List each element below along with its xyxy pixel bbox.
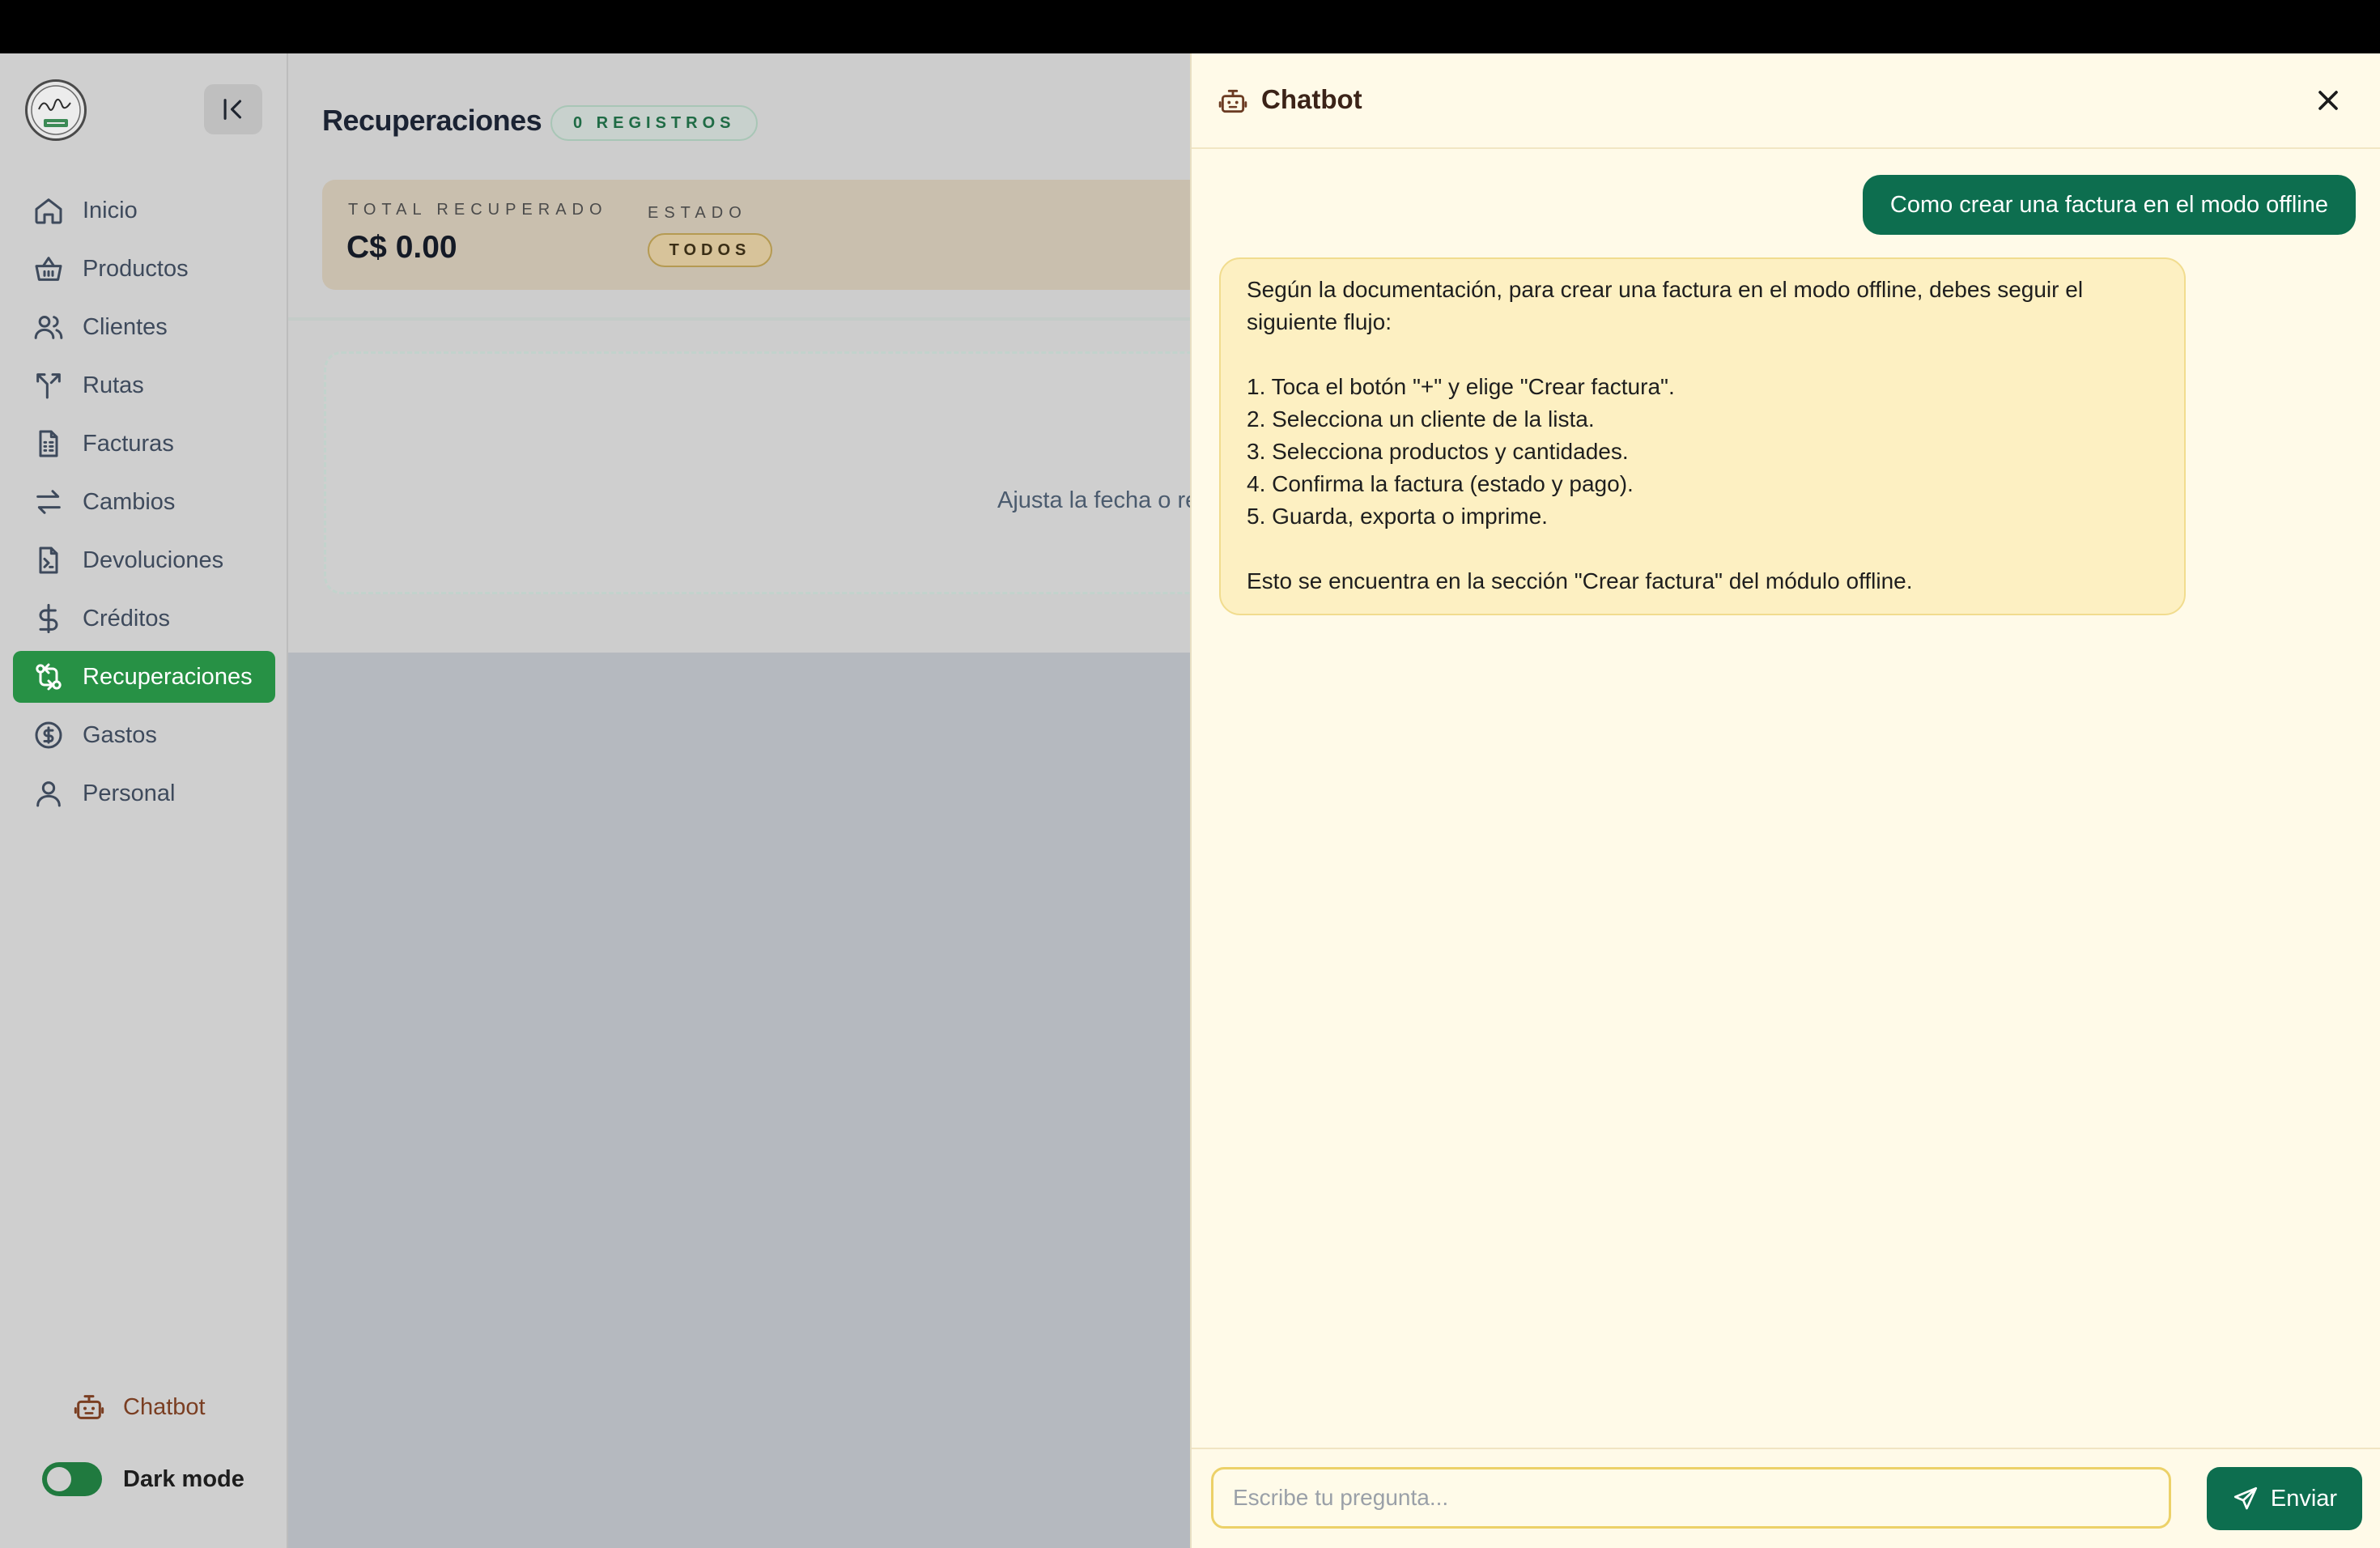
sidebar-item-rutas[interactable]: Rutas — [13, 359, 275, 411]
sidebar-item-label: Personal — [83, 780, 176, 806]
chat-question-input[interactable] — [1211, 1467, 2171, 1529]
collapse-left-icon — [223, 99, 242, 120]
person-icon — [36, 781, 61, 807]
sidebar-item-label: Rutas — [83, 372, 144, 398]
basket-icon — [35, 257, 62, 281]
return-file-icon — [39, 546, 58, 574]
home-icon — [35, 198, 62, 224]
main-content: Recuperaciones 0 REGISTROS TOTAL RECUPER… — [288, 53, 1190, 1548]
sidebar-nav: Inicio Productos Clientes Rutas Facturas… — [13, 185, 275, 826]
sidebar-item-recuperaciones[interactable]: Recuperaciones — [13, 651, 275, 703]
send-button[interactable]: Enviar — [2207, 1467, 2362, 1530]
estado-filter-chip[interactable]: TODOS — [648, 233, 772, 267]
recovery-icon — [36, 663, 62, 691]
page-title: Recuperaciones — [322, 104, 542, 137]
sidebar-item-inicio[interactable]: Inicio — [13, 185, 275, 236]
estado-label: ESTADO — [648, 204, 747, 222]
swap-icon — [36, 490, 61, 514]
total-recuperado-value: C$ 0.00 — [346, 230, 457, 265]
dollar-icon — [39, 603, 58, 634]
send-icon — [2233, 1486, 2257, 1510]
empty-state-text: Ajusta la fecha o re — [997, 487, 1190, 513]
chatbot-panel: Chatbot Como crear una factura en el mod… — [1190, 53, 2380, 1548]
sidebar-item-productos[interactable]: Productos — [13, 243, 275, 295]
section-divider — [288, 317, 1190, 321]
dark-mode-label: Dark mode — [123, 1465, 244, 1492]
chat-input-bar: Enviar — [1192, 1448, 2380, 1548]
sidebar-item-devoluciones[interactable]: Devoluciones — [13, 534, 275, 586]
user-message: Como crear una factura en el modo offlin… — [1862, 175, 2356, 235]
logo-emblem — [31, 85, 81, 135]
total-recuperado-label: TOTAL RECUPERADO — [348, 201, 608, 219]
main-header-area: Recuperaciones 0 REGISTROS TOTAL RECUPER… — [288, 53, 1190, 653]
system-top-bar — [0, 0, 2380, 53]
dark-mode-row: Dark mode — [42, 1462, 244, 1496]
sidebar-item-label: Facturas — [83, 430, 174, 457]
sidebar-item-label: Productos — [83, 255, 189, 282]
sidebar-item-label: Recuperaciones — [83, 663, 253, 690]
sidebar-chatbot-button[interactable]: Chatbot — [73, 1391, 206, 1423]
collapse-sidebar-button[interactable] — [204, 84, 262, 134]
dark-mode-toggle[interactable] — [42, 1462, 102, 1496]
chatbot-header: Chatbot — [1192, 53, 2380, 149]
invoice-icon — [39, 430, 58, 457]
bot-icon — [1218, 89, 1247, 113]
sidebar-item-label: Cambios — [83, 488, 176, 515]
users-icon — [34, 316, 63, 339]
brand-logo[interactable] — [25, 79, 87, 141]
sidebar-item-label: Clientes — [83, 313, 168, 340]
coin-icon — [35, 721, 62, 749]
empty-state-box — [324, 351, 1190, 594]
sidebar-item-facturas[interactable]: Facturas — [13, 418, 275, 470]
toggle-knob — [47, 1467, 71, 1491]
route-icon — [36, 373, 61, 399]
chatbot-title: Chatbot — [1261, 84, 1362, 114]
close-icon[interactable] — [2312, 84, 2344, 117]
records-count-badge: 0 REGISTROS — [550, 105, 759, 141]
sidebar-item-clientes[interactable]: Clientes — [13, 301, 275, 353]
sidebar-item-personal[interactable]: Personal — [13, 768, 275, 819]
sidebar-item-gastos[interactable]: Gastos — [13, 709, 275, 761]
chatbot-link-label: Chatbot — [123, 1393, 206, 1420]
sidebar-item-label: Devoluciones — [83, 546, 224, 573]
sidebar-item-label: Créditos — [83, 605, 170, 632]
sidebar-item-cambios[interactable]: Cambios — [13, 476, 275, 528]
bot-icon — [74, 1395, 104, 1419]
bot-message: Según la documentación, para crear una f… — [1219, 257, 2186, 615]
sidebar-item-label: Inicio — [83, 197, 138, 223]
sidebar-item-label: Gastos — [83, 721, 157, 748]
send-button-label: Enviar — [2270, 1485, 2338, 1512]
sidebar: Inicio Productos Clientes Rutas Facturas… — [0, 53, 288, 1548]
sidebar-item-creditos[interactable]: Créditos — [13, 593, 275, 644]
